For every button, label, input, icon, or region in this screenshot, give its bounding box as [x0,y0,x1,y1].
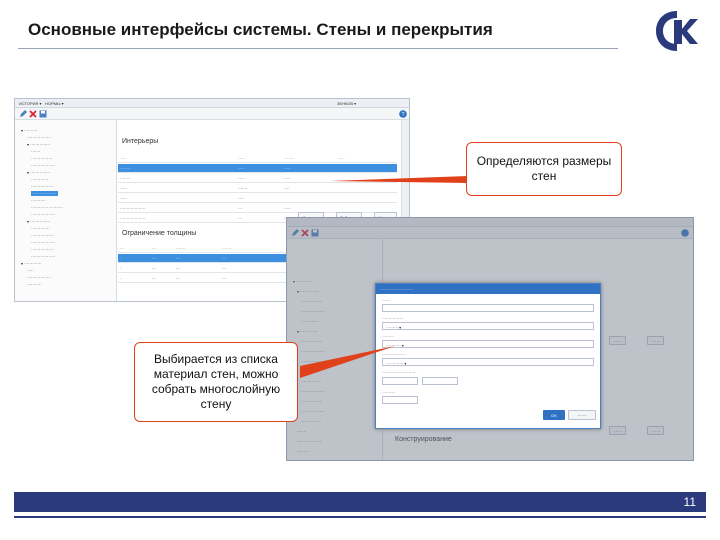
name-field[interactable] [382,304,594,312]
callout-bottom: Выбирается из списка материал стен, можн… [134,342,298,422]
tree-item[interactable]: ·················· [31,254,55,259]
tree-item[interactable]: ·················· [31,240,55,245]
tree-item[interactable]: ······· [31,149,40,154]
tree-item[interactable]: ·················· [27,135,51,140]
menu-item[interactable]: ИСТОРИЯ ▾ [19,101,42,106]
tree-item[interactable]: ·················· [31,212,55,217]
tree-item[interactable]: ·················· [31,163,55,168]
callout-top: Определяются размеры стен [466,142,622,196]
table-header: ····· ····· ········ ····· [118,154,397,163]
tree-item[interactable]: ················· [31,233,54,238]
page-number: 11 [683,495,696,509]
wall-material-dialog: ························· ······ ·······… [375,283,601,429]
tree-item[interactable]: ·················· [27,275,51,280]
delete-icon[interactable] [29,110,37,118]
tree-item[interactable]: ············· [31,177,48,182]
layer-select[interactable]: ············· ▾ [382,358,594,366]
field-label: ········· [382,334,394,339]
tree-item[interactable]: ················· [31,247,54,252]
tree-item[interactable]: ▾ ··············· [27,142,50,147]
tree-item[interactable]: ················ [31,156,52,161]
panel-title: Интерьеры [122,138,159,145]
field-label: ·········· [382,390,396,395]
screenshot-wall-material-dialog: ▾ ············ ▾ ·············· ········… [286,217,694,461]
tree-item[interactable]: ▾ ·········· [21,128,37,133]
svg-text:?: ? [402,112,405,118]
tree-item[interactable]: ▾ ············· [21,261,41,266]
app-menubar: ИСТОРИЯ ▾ НОРМЫ ▾ ЗЕНКОВ ▾ [15,99,409,108]
tree-item[interactable]: ··········· [31,198,46,203]
title-divider [18,48,618,49]
tree-item-selected[interactable]: ················· [31,191,58,196]
app-toolbar: ? [15,108,409,120]
tree-item[interactable]: ▾ ··············· [27,170,50,175]
tree-item[interactable]: ▾ ··············· [27,219,50,224]
edit-icon[interactable] [19,110,27,118]
wall-type-select[interactable]: ········· ▾ [382,322,594,330]
slide-title: Основные интерфейсы системы. Стены и пер… [28,20,493,39]
field-label: ················ [382,316,404,321]
footer-line [14,516,706,518]
table-row[interactable]: ········ ····· ····· [118,174,397,183]
company-logo [656,11,698,51]
tree-item[interactable]: ················· [31,184,54,189]
lower-panel-title: Ограничение толщины [122,230,197,237]
dialog-title: ························· [376,284,600,294]
footer-bar: 11 [14,492,706,512]
cancel-button[interactable]: ······· [568,410,596,420]
field-label: ·················· [382,352,406,357]
size-field-2[interactable] [422,377,458,385]
thickness-field[interactable] [382,396,418,404]
size-field-1[interactable] [382,377,418,385]
table-row[interactable]: ····· ······· ···· [118,184,397,193]
tree-item[interactable]: ··········· [27,282,42,287]
tree-item[interactable]: ····· [27,268,34,273]
table-row[interactable]: ·········· [118,194,397,203]
navigation-tree: ▾ ·········· ·················· ▾ ······… [15,120,117,301]
menu-item[interactable]: ЗЕНКОВ ▾ [337,101,356,106]
tree-item[interactable]: ························ [31,205,63,210]
ok-button[interactable]: OK [543,410,565,420]
field-label: ······ [382,298,390,303]
tree-item[interactable]: ·············· [31,226,50,231]
material-select[interactable]: ··········· ▾ [382,340,594,348]
save-icon[interactable] [39,110,47,118]
field-label: ·························· [382,370,417,375]
menu-item[interactable]: НОРМЫ ▾ [45,101,64,106]
help-icon[interactable]: ? [399,110,407,118]
table-row-selected[interactable]: ········ ····· ····· [118,164,397,173]
